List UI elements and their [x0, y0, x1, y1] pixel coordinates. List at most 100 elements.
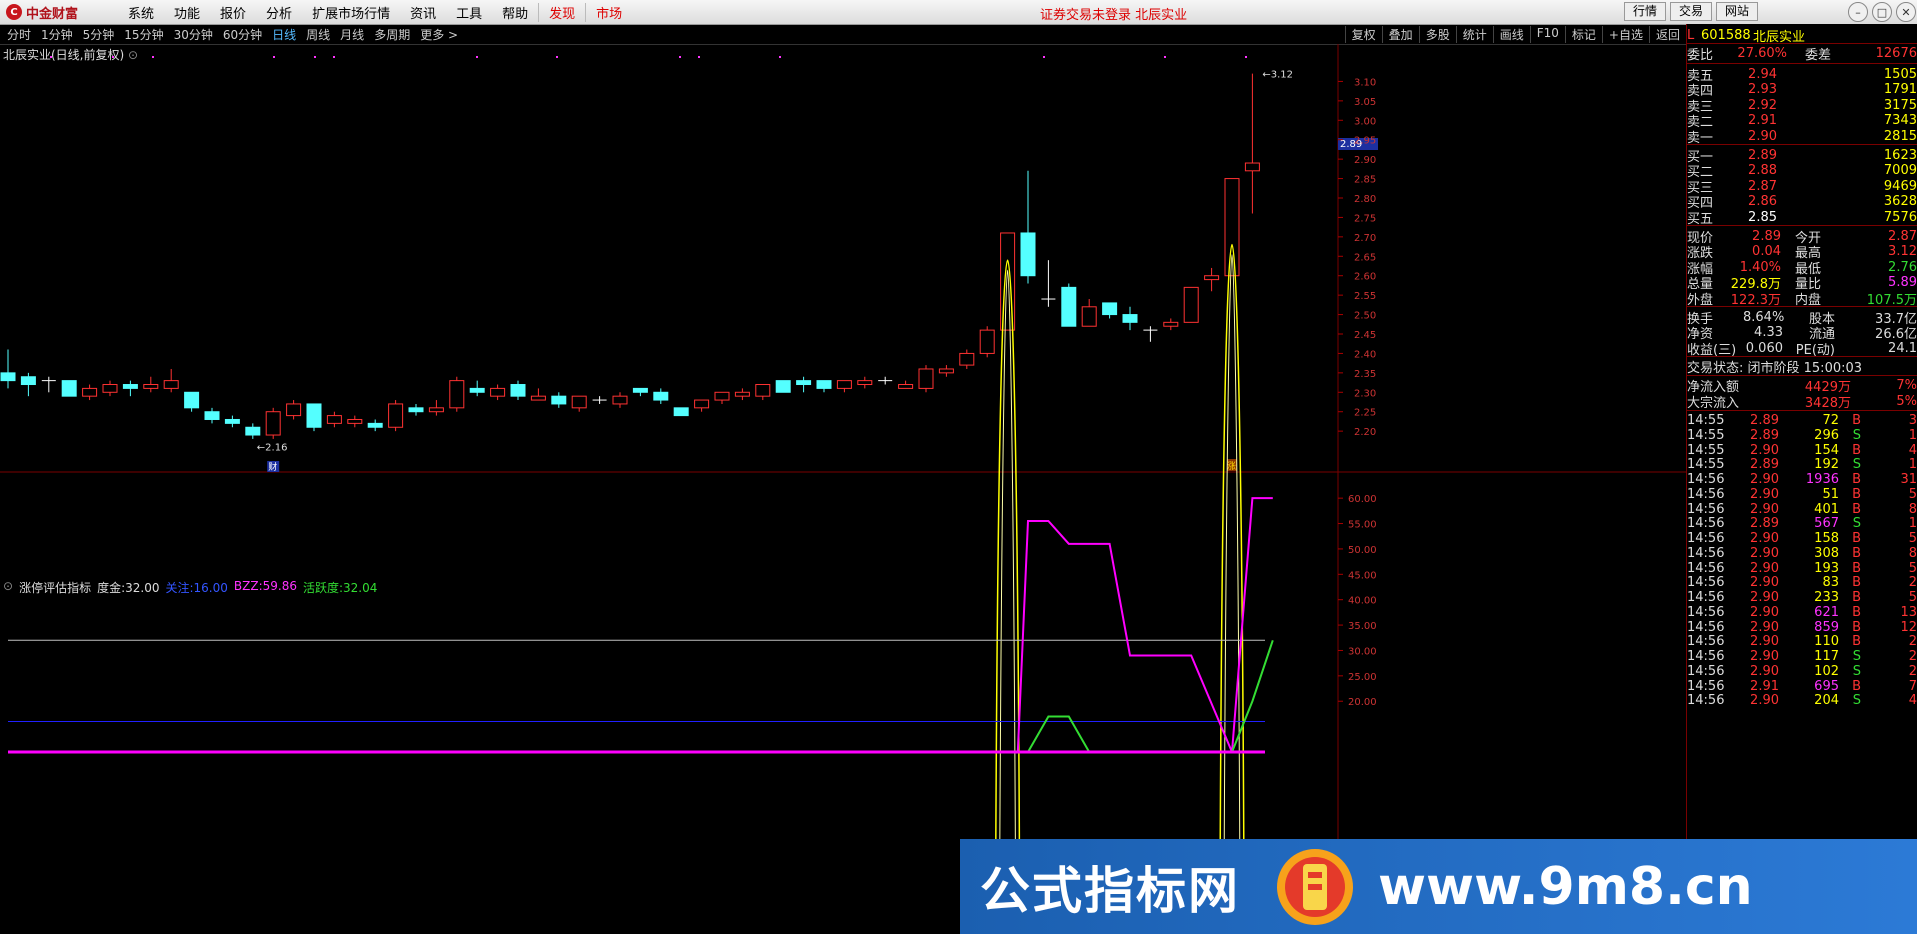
tick-price: 2.90 [1750, 619, 1779, 635]
price-tick-label: 2.40 [1354, 349, 1376, 360]
period-tab-7[interactable]: 周线 [301, 26, 335, 43]
tick-side: B [1852, 575, 1861, 591]
candle-body [938, 368, 954, 374]
chart-tool-2[interactable]: 多股 [1418, 26, 1456, 43]
chart-tool-7[interactable]: +自选 [1601, 26, 1649, 43]
indicator-caption: ⊙ 涨停评估指标 度金:32.00 关注:16.00 BZZ:59.86 活跃度:32… [3, 579, 377, 596]
top-button-2[interactable]: 网站 [1716, 2, 1759, 21]
event-dot [779, 56, 781, 58]
candle-body [0, 372, 16, 382]
tick-volume: 192 [1814, 457, 1839, 473]
tick-time: 14:56 [1687, 545, 1725, 561]
login-notice[interactable]: 证券交易未登录 北辰实业 [1040, 4, 1187, 23]
menu-item-6[interactable]: 工具 [446, 3, 492, 22]
candle-body [551, 395, 567, 405]
quote-row: 14:56 2.90 204 S 4 [1687, 693, 1917, 708]
menu-item-7[interactable]: 帮助 [492, 3, 538, 22]
tick-volume: 296 [1814, 427, 1839, 443]
menu-item-4[interactable]: 扩展市场行情 [302, 3, 400, 22]
candle-body [979, 329, 995, 354]
maximize-icon[interactable]: □ [1872, 2, 1892, 22]
settings-icon[interactable]: ⊙ [128, 48, 138, 62]
quote-row: 委比 27.60% 委差 12676 [1687, 44, 1917, 63]
menu-special-0[interactable]: 发现 [538, 2, 585, 22]
chart-tools: 复权 叠加 多股 统计 画线 F10 标记 +自选 返回 [1344, 26, 1686, 43]
chart-tool-5[interactable]: F10 [1529, 26, 1565, 43]
chart-tool-1[interactable]: 叠加 [1381, 26, 1419, 43]
period-tab-3[interactable]: 15分钟 [119, 26, 168, 43]
chart-tool-6[interactable]: 标记 [1564, 26, 1602, 43]
menu-item-0[interactable]: 系统 [118, 3, 164, 22]
candle-body [224, 418, 240, 424]
period-tab-5[interactable]: 60分钟 [218, 26, 267, 43]
quote-row: 14:56 2.90 83 B 2 [1687, 575, 1917, 590]
ind-tick-label: 50.00 [1348, 545, 1377, 556]
tick-volume: 102 [1814, 663, 1839, 679]
chart-title-text: 北辰实业(日线,前复权) [3, 48, 125, 62]
event-dot [476, 56, 478, 58]
chart-tool-4[interactable]: 画线 [1492, 26, 1530, 43]
flow-pct: 7% [1896, 378, 1917, 394]
period-tab-9[interactable]: 多周期 [369, 26, 415, 43]
price-tick-label: 2.85 [1354, 175, 1376, 186]
tick-volume: 233 [1814, 590, 1839, 605]
tick-side: B [1852, 619, 1861, 635]
tick-side: B [1852, 560, 1861, 576]
period-tab-4[interactable]: 30分钟 [169, 26, 218, 43]
candle-body [632, 387, 648, 393]
tick-volume: 859 [1814, 619, 1839, 635]
period-tab-8[interactable]: 月线 [335, 26, 369, 43]
price-tick-label: 2.95 [1354, 136, 1376, 147]
tick-volume: 204 [1814, 693, 1839, 709]
chart-tool-0[interactable]: 复权 [1344, 26, 1382, 43]
tick-count: 7 [1908, 678, 1917, 694]
period-tab-1[interactable]: 1分钟 [36, 26, 78, 43]
period-tab-2[interactable]: 5分钟 [78, 26, 120, 43]
candle-body [143, 384, 159, 389]
menu-special-1[interactable]: 市场 [585, 2, 632, 22]
menu-item-1[interactable]: 功能 [164, 3, 210, 22]
quote-row: 14:56 2.90 193 B 5 [1687, 561, 1917, 576]
tick-count: 3 [1908, 413, 1917, 428]
candle-body [898, 384, 914, 389]
bid-price: 2.87 [1748, 178, 1777, 194]
title-bar: C 中金财富 系统 功能 报价 分析 扩展市场行情 资讯 工具 帮助 发现 市场 证券交易未登录 … [0, 0, 1917, 25]
candle-body [265, 411, 281, 436]
ind-tick-label: 35.00 [1348, 621, 1377, 632]
collapse-icon[interactable]: ⊙ [3, 579, 13, 596]
quote-row: 14:56 2.90 1936 B 31 [1687, 472, 1917, 487]
stat-value: 2.89 [1752, 228, 1781, 244]
period-tab-0[interactable]: 分时 [2, 26, 36, 43]
stat-value: 2.76 [1888, 259, 1917, 275]
candle-body [428, 407, 444, 413]
quote-panel: L 601588 北辰实业 委比 27.60% 委差 12676 卖五 2.94 1505 卖四 2.… [1686, 24, 1917, 934]
tick-count: 2 [1908, 649, 1917, 664]
candle-body [530, 395, 546, 401]
chart-tool-3[interactable]: 统计 [1455, 26, 1493, 43]
candle-body [20, 376, 36, 386]
tick-time: 14:56 [1687, 486, 1725, 502]
menu-item-3[interactable]: 分析 [256, 3, 302, 22]
watermark-banner: 公式指标网 www.9m8.cn [960, 839, 1917, 934]
tick-time: 14:56 [1687, 604, 1725, 620]
indicator-name[interactable]: 涨停评估指标 [19, 579, 91, 596]
minimize-icon[interactable]: – [1848, 2, 1868, 22]
candle-body [775, 380, 791, 393]
top-button-1[interactable]: 交易 [1670, 2, 1713, 21]
quote-row: 卖一 2.90 2815 [1687, 127, 1917, 146]
tick-price: 2.90 [1750, 560, 1779, 576]
tick-time: 14:56 [1687, 531, 1725, 546]
tick-price: 2.90 [1750, 575, 1779, 591]
close-icon[interactable]: ✕ [1896, 2, 1916, 22]
tick-count: 2 [1908, 634, 1917, 650]
period-tab-10[interactable]: 更多 > [415, 26, 463, 43]
ind-tick-label: 55.00 [1348, 520, 1377, 531]
chart-tool-8[interactable]: 返回 [1648, 26, 1686, 43]
tick-time: 14:55 [1687, 457, 1725, 473]
kline-chart-area[interactable]: 2.893.103.053.002.952.902.852.802.752.70… [0, 44, 1686, 934]
menu-item-5[interactable]: 资讯 [400, 3, 446, 22]
period-tab-6[interactable]: 日线 [267, 26, 301, 43]
menu-item-2[interactable]: 报价 [210, 3, 256, 22]
top-button-0[interactable]: 行情 [1624, 2, 1667, 21]
candle-body [306, 403, 322, 428]
